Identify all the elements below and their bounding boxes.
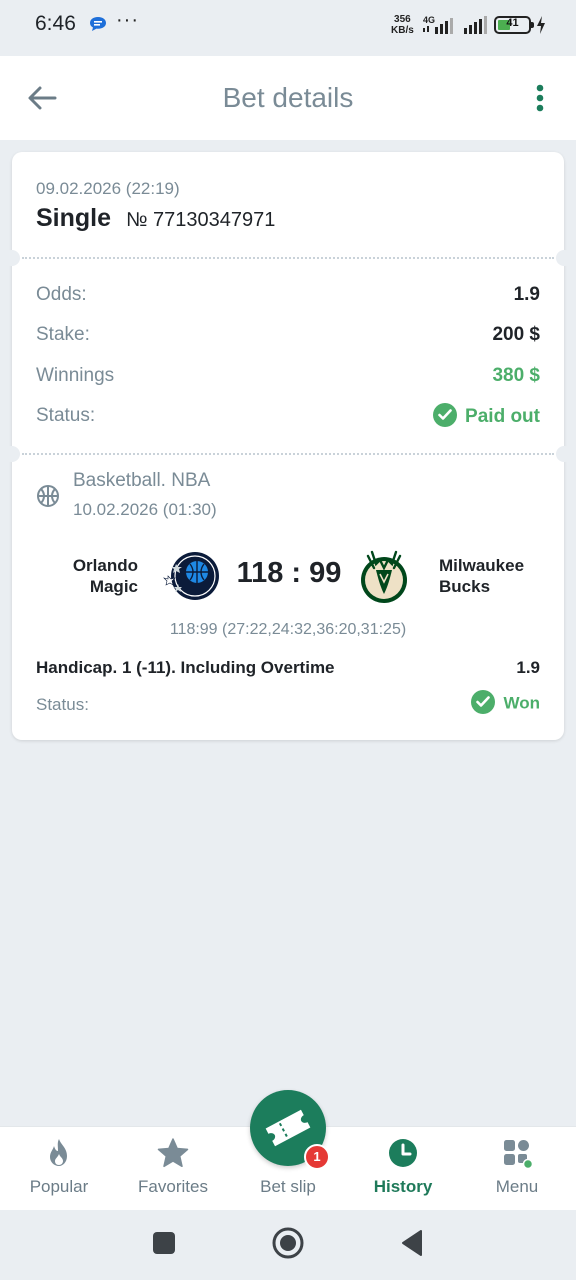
check-circle-icon (471, 690, 496, 714)
event-status-value: Won (503, 693, 540, 713)
check-circle-icon (433, 403, 458, 427)
bet-date: 09.02.2026 (22:19) (36, 179, 180, 198)
nav-menu[interactable]: Menu (462, 1127, 572, 1211)
event-status-label: Status: (36, 695, 89, 714)
signal-icon (464, 16, 487, 34)
nav-history[interactable]: History (348, 1127, 458, 1211)
status-value: Paid out (465, 406, 540, 428)
odds-value: 1.9 (513, 284, 540, 305)
stake-label: Stake: (36, 324, 90, 345)
recents-icon[interactable] (152, 1231, 176, 1255)
status-bar: 6:46 ··· 356 KB/s 4G 41 (0, 0, 576, 54)
grid-icon (504, 1140, 533, 1169)
status-badge: Paid out (433, 403, 540, 429)
orlando-magic-logo (163, 552, 219, 600)
nav-popular[interactable]: Popular (4, 1127, 114, 1211)
bet-number: № 77130347971 (126, 209, 276, 231)
milwaukee-bucks-logo (361, 550, 407, 603)
bet-slip-badge: 1 (304, 1144, 330, 1170)
home-icon[interactable] (271, 1226, 305, 1260)
signal-4g-icon: 4G (423, 15, 453, 34)
system-navigation-bar (0, 1210, 576, 1280)
bet-type: Single (36, 204, 112, 232)
final-score: 118 : 99 (236, 557, 342, 589)
status-time: 6:46 (35, 12, 76, 35)
stake-value: 200 $ (492, 324, 540, 345)
battery-icon: 41 (494, 16, 531, 34)
page-title: Bet details (222, 82, 354, 113)
odds-label: Odds: (36, 284, 87, 305)
network-speed: 356 KB/s (391, 14, 414, 36)
event-date: 10.02.2026 (01:30) (73, 500, 217, 519)
market-odds: 1.9 (516, 658, 540, 677)
period-scores: 118:99 (27:22,24:32,36:20,31:25) (169, 621, 407, 638)
message-icon (90, 17, 106, 31)
fire-icon (50, 1139, 67, 1166)
home-team-name: Orlando Magic (72, 556, 138, 596)
event-status-badge: Won (471, 690, 540, 716)
more-notifications-icon: ··· (116, 9, 139, 31)
bet-details-card: 09.02.2026 (22:19) Single № 77130347971 … (4, 152, 572, 740)
app-bar: Bet details (0, 56, 576, 140)
basketball-icon (37, 485, 59, 507)
league-name: Basketball. NBA (73, 470, 211, 491)
winnings-value: 380 $ (492, 365, 540, 386)
more-options-button[interactable] (522, 78, 558, 118)
away-team-name: Milwaukee Bucks (439, 556, 525, 596)
clock-icon (389, 1139, 417, 1167)
charging-icon (537, 16, 545, 34)
nav-favorites[interactable]: Favorites (118, 1127, 228, 1211)
market-name: Handicap. 1 (-11). Including Overtime (36, 658, 335, 677)
star-icon (157, 1138, 189, 1168)
more-vertical-icon (536, 84, 544, 112)
back-nav-icon[interactable] (400, 1229, 424, 1257)
status-label: Status: (36, 405, 96, 426)
svg-text:4G: 4G (423, 15, 435, 25)
winnings-label: Winnings (36, 365, 115, 386)
